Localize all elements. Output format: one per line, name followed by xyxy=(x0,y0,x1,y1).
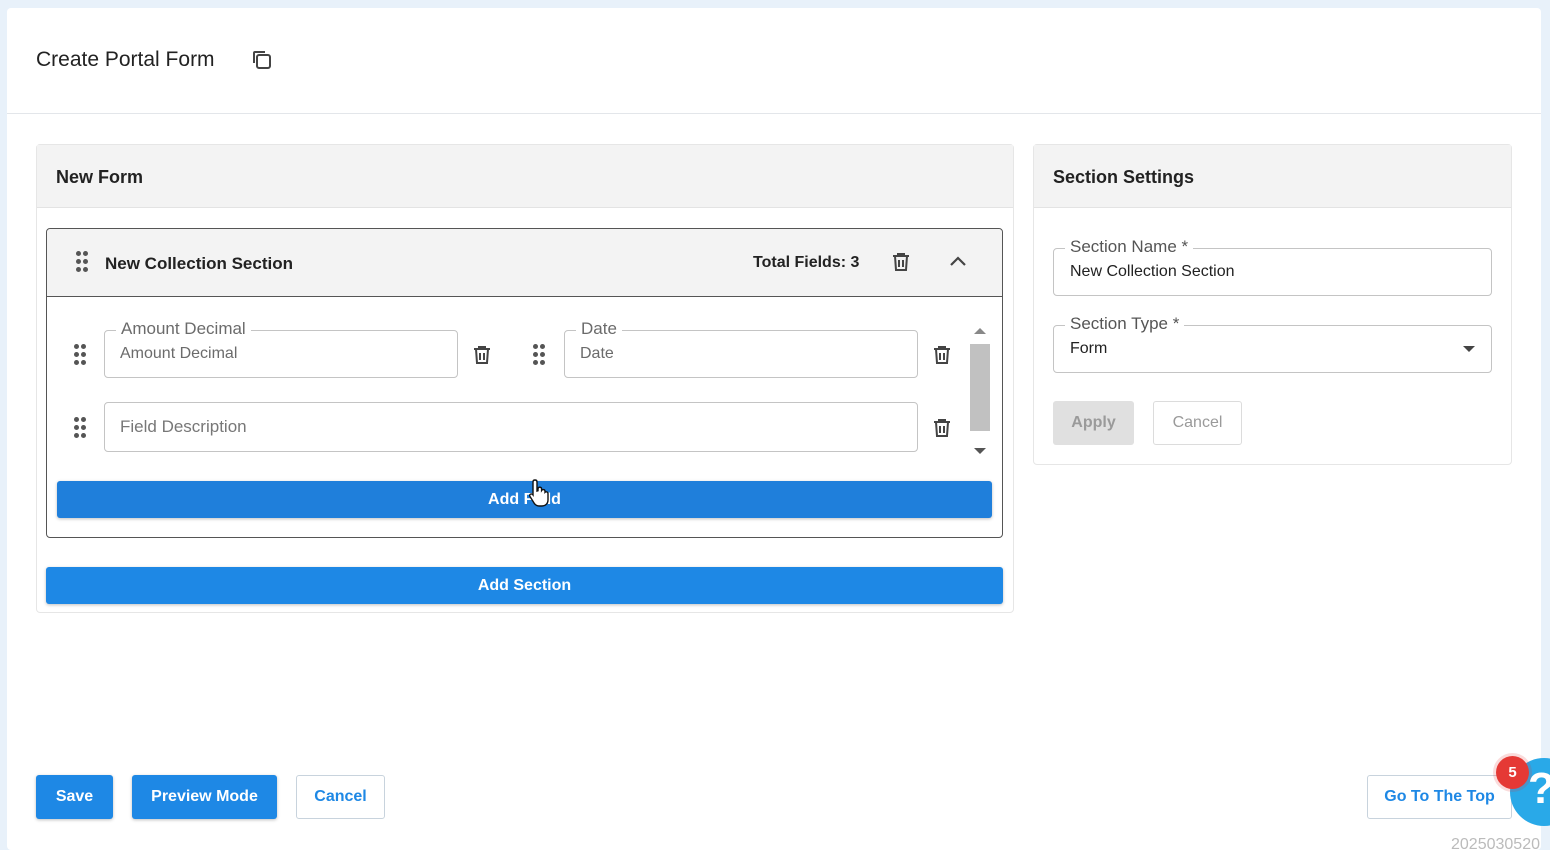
help-question-icon: ? xyxy=(1528,764,1550,814)
section-name-input[interactable]: Section Name * New Collection Section xyxy=(1053,237,1492,296)
add-field-button[interactable]: Add Field xyxy=(57,481,992,518)
section-type-select[interactable]: Section Type * Form xyxy=(1053,314,1492,373)
total-fields-count: Total Fields: 3 xyxy=(753,254,860,271)
field-description-input[interactable]: Field Description xyxy=(104,402,918,452)
settings-cancel-button[interactable]: Cancel xyxy=(1153,401,1242,445)
footer-cancel-button[interactable]: Cancel xyxy=(296,775,385,819)
delete-section-trash-icon[interactable] xyxy=(889,250,913,274)
page-card: Create Portal Form New Form New Collecti… xyxy=(7,8,1541,850)
notification-badge: 5 xyxy=(1496,756,1529,789)
delete-field-trash-icon[interactable] xyxy=(930,343,954,367)
add-section-button[interactable]: Add Section xyxy=(46,567,1003,604)
fields-scrollbar[interactable] xyxy=(968,324,990,460)
field-value: Date xyxy=(580,345,614,362)
field-legend: Amount Decimal xyxy=(116,319,251,339)
date-field[interactable]: Date Date xyxy=(564,319,918,378)
settings-panel-title: Section Settings xyxy=(1053,167,1195,187)
form-panel-header: New Form xyxy=(37,145,1013,208)
section-name-value: New Collection Section xyxy=(1070,263,1235,280)
dropdown-caret-icon[interactable] xyxy=(1463,346,1475,352)
preview-mode-button[interactable]: Preview Mode xyxy=(132,775,277,819)
go-to-top-button[interactable]: Go To The Top xyxy=(1367,775,1512,819)
section-drag-handle-icon[interactable] xyxy=(76,251,88,273)
field-drag-handle-icon[interactable] xyxy=(74,417,86,439)
scrollbar-thumb[interactable] xyxy=(970,344,990,431)
section-name-legend: Section Name * xyxy=(1065,237,1194,257)
section-name-label: New Collection Section xyxy=(105,254,293,273)
delete-field-trash-icon[interactable] xyxy=(470,343,494,367)
field-placeholder: Field Description xyxy=(120,417,247,436)
version-text: 2025030520 xyxy=(1451,836,1540,850)
apply-button[interactable]: Apply xyxy=(1053,401,1134,445)
save-button[interactable]: Save xyxy=(36,775,113,819)
collapse-chevron-up-icon[interactable] xyxy=(946,250,970,274)
scroll-down-arrow-icon[interactable] xyxy=(974,448,986,454)
form-panel-title: New Form xyxy=(56,167,144,187)
form-builder-panel: New Form New Collection Section Total Fi… xyxy=(36,144,1014,613)
field-value: Amount Decimal xyxy=(120,345,238,362)
field-drag-handle-icon[interactable] xyxy=(74,344,86,366)
copy-icon[interactable] xyxy=(250,48,274,72)
delete-field-trash-icon[interactable] xyxy=(930,416,954,440)
section-settings-panel: Section Settings Section Name * New Coll… xyxy=(1033,144,1512,465)
amount-decimal-field[interactable]: Amount Decimal Amount Decimal xyxy=(104,319,458,378)
page-title: Create Portal Form xyxy=(36,48,215,71)
settings-panel-header: Section Settings xyxy=(1034,145,1511,208)
section-type-legend: Section Type * xyxy=(1065,314,1185,334)
field-drag-handle-icon[interactable] xyxy=(533,344,545,366)
section-header[interactable]: New Collection Section Total Fields: 3 xyxy=(47,229,1002,297)
page-header: Create Portal Form xyxy=(7,8,1541,114)
scroll-up-arrow-icon[interactable] xyxy=(974,328,986,334)
section-type-value: Form xyxy=(1070,340,1108,357)
collection-section: New Collection Section Total Fields: 3 A… xyxy=(46,228,1003,538)
field-legend: Date xyxy=(576,319,622,339)
